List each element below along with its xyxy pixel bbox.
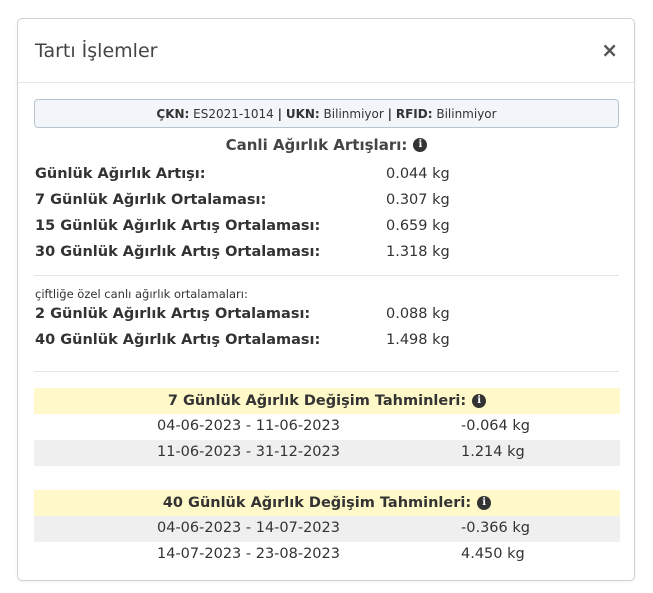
row-label: 30 Günlük Ağırlık Artış Ortalaması: bbox=[35, 244, 321, 260]
date-range: 11-06-2023 - 31-12-2023 bbox=[157, 444, 340, 460]
row-value: 0.307 kg bbox=[386, 192, 450, 208]
ckn-label: ÇKN: bbox=[156, 106, 190, 121]
table-row: 11-06-2023 - 31-12-2023 1.214 kg bbox=[34, 440, 620, 466]
row-value: 4.450 kg bbox=[461, 546, 525, 562]
info-icon[interactable]: i bbox=[472, 394, 487, 408]
rfid-label: RFID: bbox=[395, 106, 433, 121]
row-value: 0.088 kg bbox=[386, 306, 450, 322]
table-row: 14-07-2023 - 23-08-2023 4.450 kg bbox=[34, 542, 620, 568]
live-row-15day: 15 Günlük Ağırlık Artış Ortalaması: 0.65… bbox=[34, 214, 619, 240]
live-row-daily: Günlük Ağırlık Artışı: 0.044 kg bbox=[34, 162, 619, 188]
farm-note: çiftliğe özel canlı ağırlık ortalamaları… bbox=[35, 287, 248, 301]
date-range: 04-06-2023 - 11-06-2023 bbox=[157, 418, 340, 434]
row-label: 2 Günlük Ağırlık Artış Ortalaması: bbox=[35, 306, 311, 322]
live-row-7day: 7 Günlük Ağırlık Ortalaması: 0.307 kg bbox=[34, 188, 619, 214]
row-value: 0.659 kg bbox=[386, 218, 450, 234]
id-info-box: ÇKN: ES2021-1014 | UKN: Bilinmiyor | RFI… bbox=[34, 99, 619, 128]
separator: | bbox=[277, 106, 282, 121]
modal-header: Tartı İşlemler × bbox=[18, 19, 634, 83]
info-icon[interactable]: i bbox=[413, 138, 428, 152]
forecast-7day-title: 7 Günlük Ağırlık Değişim Tahminleri: bbox=[167, 393, 467, 409]
live-row-30day: 30 Günlük Ağırlık Artış Ortalaması: 1.31… bbox=[34, 240, 619, 266]
date-range: 04-06-2023 - 14-07-2023 bbox=[157, 520, 340, 536]
row-value: 0.044 kg bbox=[386, 166, 450, 182]
live-gain-title: Canli Ağırlık Artışları: i bbox=[34, 136, 619, 154]
separator: | bbox=[387, 106, 393, 121]
modal-title: Tartı İşlemler bbox=[35, 40, 158, 62]
live-gain-title-text: Canli Ağırlık Artışları: bbox=[225, 136, 408, 154]
row-label: 15 Günlük Ağırlık Artış Ortalaması: bbox=[35, 218, 321, 234]
ckn-value: ES2021-1014 bbox=[193, 106, 274, 121]
ukn-value: Bilinmiyor bbox=[323, 106, 384, 121]
row-value: 1.498 kg bbox=[386, 332, 450, 348]
forecast-40day-header: 40 Günlük Ağırlık Değişim Tahminleri: i bbox=[34, 490, 620, 516]
forecast-7day-table: 7 Günlük Ağırlık Değişim Tahminleri: i 0… bbox=[34, 388, 620, 466]
info-icon[interactable]: i bbox=[477, 496, 492, 510]
tarti-modal: Tartı İşlemler × ÇKN: ES2021-1014 | UKN:… bbox=[17, 18, 635, 581]
row-label: 7 Günlük Ağırlık Ortalaması: bbox=[35, 192, 267, 208]
row-label: Günlük Ağırlık Artışı: bbox=[35, 166, 206, 182]
row-value: 1.214 kg bbox=[461, 444, 525, 460]
row-value: -0.064 kg bbox=[461, 418, 530, 434]
close-button[interactable]: × bbox=[601, 39, 618, 61]
date-range: 14-07-2023 - 23-08-2023 bbox=[157, 546, 340, 562]
ukn-label: UKN: bbox=[285, 106, 320, 121]
row-value: 1.318 kg bbox=[386, 244, 450, 260]
forecast-7day-header: 7 Günlük Ağırlık Değişim Tahminleri: i bbox=[34, 388, 620, 414]
divider bbox=[34, 371, 619, 372]
row-value: -0.366 kg bbox=[461, 520, 530, 536]
farm-row-40day: 40 Günlük Ağırlık Artış Ortalaması: 1.49… bbox=[34, 328, 619, 354]
table-row: 04-06-2023 - 11-06-2023 -0.064 kg bbox=[34, 414, 620, 440]
table-row: 04-06-2023 - 14-07-2023 -0.366 kg bbox=[34, 516, 620, 542]
forecast-40day-title: 40 Günlük Ağırlık Değişim Tahminleri: bbox=[162, 495, 472, 511]
row-label: 40 Günlük Ağırlık Artış Ortalaması: bbox=[35, 332, 321, 348]
rfid-value: Bilinmiyor bbox=[436, 106, 497, 121]
divider bbox=[34, 275, 619, 276]
farm-row-2day: 2 Günlük Ağırlık Artış Ortalaması: 0.088… bbox=[34, 302, 619, 328]
forecast-40day-table: 40 Günlük Ağırlık Değişim Tahminleri: i … bbox=[34, 490, 620, 568]
